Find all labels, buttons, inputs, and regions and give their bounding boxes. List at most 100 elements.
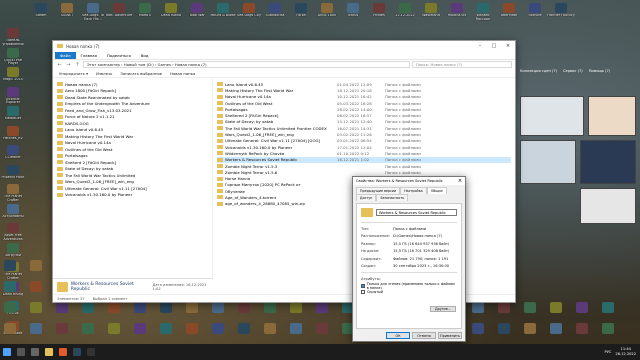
address-bar[interactable]: Этот компьютер › Новый том (D:) › Games … bbox=[83, 61, 410, 68]
language-indicator[interactable]: РУС bbox=[605, 350, 612, 354]
properties-title-bar[interactable]: Свойства: Workers & Resources Soviet Rep… bbox=[353, 177, 465, 185]
desktop-icon[interactable]: 22.12.2022 bbox=[392, 3, 418, 27]
start-icon[interactable] bbox=[3, 348, 11, 356]
steam-icon[interactable] bbox=[73, 348, 81, 356]
organize-button[interactable]: Упорядочить ▾ bbox=[59, 71, 88, 76]
desktop-icon[interactable]: Subnautica bbox=[262, 3, 288, 27]
minimize-button[interactable]: – bbox=[473, 41, 487, 51]
desktop-app-icon[interactable] bbox=[472, 302, 484, 313]
obs-scene-collection[interactable]: Коллекция сцен (7) bbox=[520, 69, 557, 73]
desktop-icon[interactable]: Pirates bbox=[366, 3, 392, 27]
readonly-checkbox[interactable]: Только для чтения (применимо только к фа… bbox=[361, 282, 457, 290]
extract-button[interactable]: Извлечь bbox=[96, 71, 112, 76]
desktop-app-icon[interactable] bbox=[290, 323, 302, 334]
desktop-icon[interactable]: modlist.txt bbox=[444, 3, 470, 27]
desktop-app-icon[interactable] bbox=[238, 323, 250, 334]
desktop-app-icon[interactable] bbox=[30, 302, 42, 313]
browser-icon[interactable] bbox=[59, 348, 67, 356]
desktop-app-icon[interactable] bbox=[30, 281, 42, 292]
desktop-icon[interactable]: AfterMath bbox=[496, 3, 522, 27]
desktop-app-icon[interactable] bbox=[82, 302, 94, 313]
tree-item[interactable]: Volcanoids v1.30.160.0 by Pioneer bbox=[57, 192, 208, 199]
desktop-app-icon[interactable] bbox=[4, 302, 16, 313]
desktop-app-icon[interactable] bbox=[160, 302, 172, 313]
preview-window-2[interactable] bbox=[588, 96, 636, 136]
desktop-app-icon[interactable] bbox=[498, 323, 510, 334]
desktop-app-icon[interactable] bbox=[550, 302, 562, 313]
desktop-app-icon[interactable] bbox=[498, 302, 510, 313]
desktop-app-icon[interactable] bbox=[186, 323, 198, 334]
desktop-app-icon[interactable] bbox=[524, 323, 536, 334]
desktop-icon[interactable]: Steam bbox=[28, 3, 54, 27]
apply-button[interactable]: Применить bbox=[438, 332, 462, 339]
desktop-icon[interactable]: Sea Dogs: To Each His... bbox=[80, 3, 106, 27]
desktop-app-icon[interactable] bbox=[602, 302, 614, 313]
desktop-app-icon[interactable] bbox=[56, 302, 68, 313]
cancel-button[interactable]: Отмена bbox=[412, 332, 436, 339]
tab-sharing[interactable]: Доступ bbox=[356, 194, 377, 201]
properties-dialog[interactable]: Свойства: Workers & Resources Soviet Rep… bbox=[352, 176, 466, 342]
desktop-app-icon[interactable] bbox=[160, 323, 172, 334]
task-view-icon[interactable] bbox=[31, 348, 39, 356]
desktop-app-icon[interactable] bbox=[264, 302, 276, 313]
desktop-app-icon[interactable] bbox=[316, 323, 328, 334]
desktop-app-icon[interactable] bbox=[212, 302, 224, 313]
desktop-icon[interactable]: Foxhole bbox=[522, 3, 548, 27]
maximize-button[interactable]: □ bbox=[487, 41, 501, 51]
desktop-app-icon[interactable] bbox=[134, 302, 146, 313]
desktop-app-icon[interactable] bbox=[264, 323, 276, 334]
desktop-app-icon[interactable] bbox=[316, 302, 328, 313]
desktop-app-icon[interactable] bbox=[4, 323, 16, 334]
tab-share[interactable]: Поделиться bbox=[102, 53, 136, 58]
tab-general[interactable]: Общие bbox=[426, 187, 447, 194]
desktop-icon[interactable]: Dead Island bbox=[158, 3, 184, 27]
preview-window-4[interactable] bbox=[580, 140, 636, 184]
close-icon[interactable]: × bbox=[455, 178, 465, 184]
desktop-app-icon[interactable] bbox=[4, 260, 16, 271]
desktop-icon[interactable]: Raft: Adventure bbox=[106, 3, 132, 27]
desktop-app-icon[interactable] bbox=[238, 302, 250, 313]
tab-security[interactable]: Безопасность bbox=[376, 194, 409, 201]
desktop-app-icon[interactable] bbox=[108, 323, 120, 334]
desktop-app-icon[interactable] bbox=[576, 302, 588, 313]
search-input[interactable]: Поиск: Новая папка (7) bbox=[412, 61, 512, 68]
desktop-app-icon[interactable] bbox=[186, 302, 198, 313]
desktop-icon[interactable]: Mount & Blade bbox=[210, 3, 236, 27]
obs-icon[interactable] bbox=[87, 348, 95, 356]
desktop-app-icon[interactable] bbox=[134, 323, 146, 334]
desktop-app-icon[interactable] bbox=[576, 323, 588, 334]
desktop-icon[interactable]: Total War bbox=[184, 3, 210, 27]
search-icon[interactable] bbox=[17, 348, 25, 356]
desktop-icon[interactable]: Wanted Raccoon bbox=[470, 3, 496, 27]
desktop-icon[interactable]: Wasteland bbox=[418, 3, 444, 27]
desktop-app-icon[interactable] bbox=[472, 323, 484, 334]
clock[interactable]: 11:44 28.12.2022 bbox=[615, 347, 636, 356]
desktop-app-icon[interactable] bbox=[212, 323, 224, 334]
desktop-app-icon[interactable] bbox=[82, 323, 94, 334]
tab-customize[interactable]: Настройка bbox=[400, 187, 427, 194]
desktop-app-icon[interactable] bbox=[108, 302, 120, 313]
preview-window-1[interactable] bbox=[520, 96, 584, 136]
desktop-icon[interactable]: Mafia II bbox=[132, 3, 158, 27]
desktop-app-icon[interactable] bbox=[290, 302, 302, 313]
folder-name-input[interactable]: Workers & Resources Soviet Republic bbox=[376, 209, 457, 216]
desktop-app-icon[interactable] bbox=[56, 323, 68, 334]
obs-help[interactable]: Помощь (7) bbox=[589, 69, 611, 73]
desktop-icon[interactable]: Anno 1800 bbox=[314, 3, 340, 27]
desktop-app-icon[interactable] bbox=[30, 260, 42, 271]
burn-button[interactable]: Записать выбранное bbox=[120, 71, 162, 76]
desktop-app-icon[interactable] bbox=[524, 302, 536, 313]
desktop-app-icon[interactable] bbox=[550, 323, 562, 334]
explorer-icon[interactable] bbox=[45, 348, 53, 356]
preview-window-5[interactable] bbox=[580, 188, 636, 224]
obs-service[interactable]: Сервис (7) bbox=[563, 69, 583, 73]
tab-view[interactable]: Вид bbox=[136, 53, 154, 58]
tab-file[interactable]: Файл bbox=[55, 51, 76, 59]
tab-home[interactable]: Главная bbox=[76, 53, 102, 58]
desktop-icon[interactable]: Icarus bbox=[340, 3, 366, 27]
advanced-button[interactable]: Другие... bbox=[430, 306, 456, 312]
up-button[interactable]: ↑ bbox=[74, 62, 81, 68]
back-button[interactable]: ← bbox=[56, 62, 63, 68]
desktop-icon[interactable]: Sea Dogs City bbox=[236, 3, 262, 27]
navigation-pane[interactable]: Новая папка (7) Aero 1800 [FitGirl Repack… bbox=[53, 79, 213, 294]
